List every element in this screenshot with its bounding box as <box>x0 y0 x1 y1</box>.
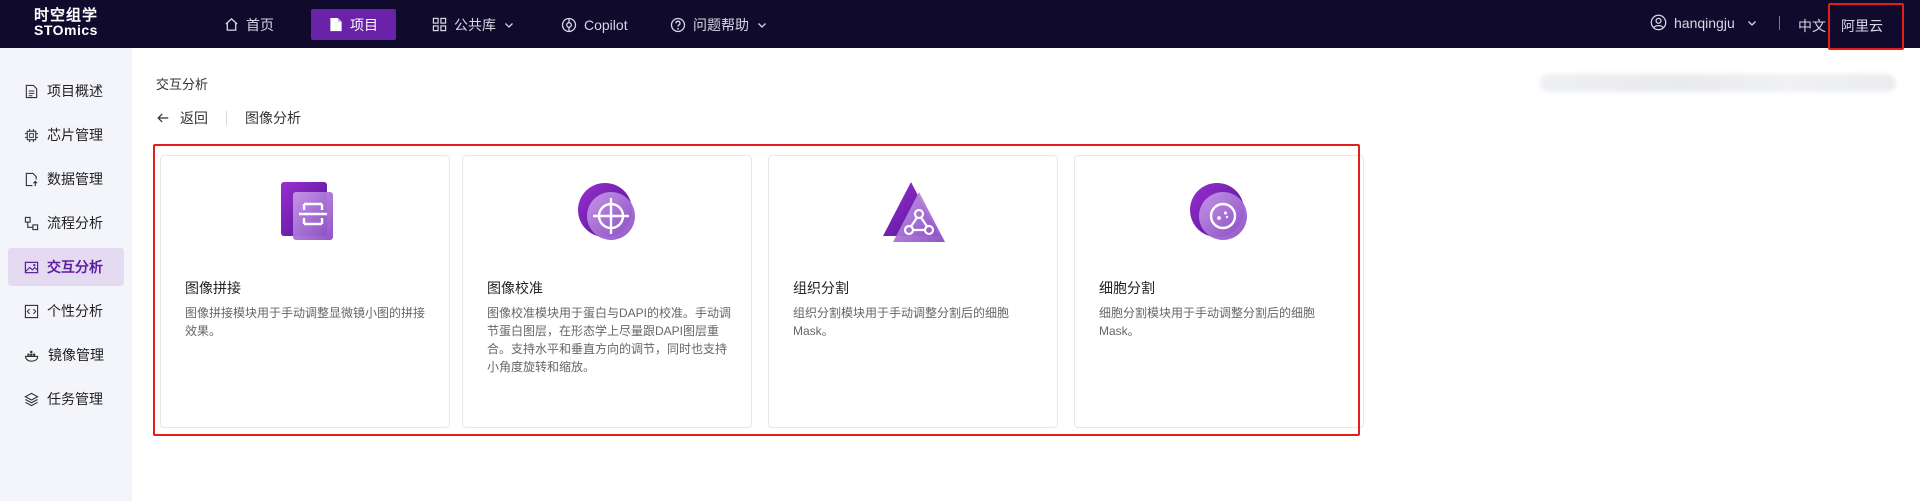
flow-icon <box>24 216 39 230</box>
nav-copilot[interactable]: Copilot <box>561 9 628 40</box>
chevron-down-icon <box>1747 20 1756 26</box>
brand-line-1: 时空组学 <box>34 7 99 24</box>
nav-home[interactable]: 首页 <box>224 9 274 40</box>
sidebar-item-tasks[interactable]: 任务管理 <box>8 380 124 418</box>
sidebar-item-label: 任务管理 <box>47 391 103 407</box>
back-button[interactable]: 返回 <box>180 108 208 128</box>
nav-library[interactable]: 公共库 <box>432 9 521 40</box>
blurred-region <box>1540 74 1896 92</box>
sidebar-item-label: 项目概述 <box>47 83 103 99</box>
nav-help-label: 问题帮助 <box>693 16 749 33</box>
chevron-down-icon <box>758 22 766 28</box>
sidebar-item-label: 交互分析 <box>47 259 103 275</box>
sidebar-item-label: 芯片管理 <box>47 127 103 143</box>
sidebar: 项目概述 芯片管理 数据管理 流程分析 交互分析 个性分析 镜像管理 任务管理 <box>0 48 132 501</box>
home-icon <box>225 17 238 31</box>
section-title: 图像分析 <box>245 110 301 126</box>
layers-icon <box>24 392 39 406</box>
divider <box>1779 16 1780 30</box>
sidebar-item-label: 个性分析 <box>47 303 103 319</box>
nav-project-label: 项目 <box>350 16 378 33</box>
chip-icon <box>24 128 39 142</box>
image-analysis-icon <box>24 261 39 273</box>
sidebar-item-custom[interactable]: 个性分析 <box>8 292 124 330</box>
copilot-icon <box>561 17 577 32</box>
user-menu[interactable]: hanqingju <box>1650 14 1757 31</box>
grid-icon <box>432 17 447 32</box>
sidebar-item-overview[interactable]: 项目概述 <box>8 72 124 110</box>
document-list-icon <box>25 84 38 98</box>
nav-home-label: 首页 <box>246 16 274 33</box>
arrow-left-icon[interactable] <box>156 111 170 125</box>
document-icon <box>330 17 342 32</box>
brand-logo[interactable]: 时空组学 STOmics <box>34 7 104 38</box>
sidebar-item-images[interactable]: 镜像管理 <box>8 336 124 374</box>
container-icon <box>24 350 39 362</box>
sidebar-item-interactive[interactable]: 交互分析 <box>8 248 124 286</box>
top-navigation-bar: 时空组学 STOmics 首页 项目 公共库 Copilot 问题帮助 hanq… <box>0 0 1920 48</box>
sidebar-item-pipeline[interactable]: 流程分析 <box>8 204 124 242</box>
divider <box>226 111 227 125</box>
sidebar-item-label: 镜像管理 <box>48 347 104 363</box>
nav-help[interactable]: 问题帮助 <box>670 9 774 40</box>
sidebar-item-data[interactable]: 数据管理 <box>8 160 124 198</box>
highlight-box-cards <box>153 144 1360 436</box>
sidebar-item-chips[interactable]: 芯片管理 <box>8 116 124 154</box>
back-row: 返回 图像分析 <box>156 108 301 128</box>
language-label: 中文 <box>1798 18 1826 34</box>
help-icon <box>670 17 686 32</box>
file-upload-icon <box>25 172 38 186</box>
sidebar-item-label: 流程分析 <box>47 215 103 231</box>
user-icon <box>1650 14 1667 31</box>
nav-library-label: 公共库 <box>454 16 496 33</box>
user-name: hanqingju <box>1674 14 1735 31</box>
sidebar-item-label: 数据管理 <box>47 171 103 187</box>
nav-project[interactable]: 项目 <box>311 9 396 40</box>
breadcrumb: 交互分析 <box>156 77 209 92</box>
highlight-box-cloud <box>1828 3 1904 50</box>
brand-line-2: STOmics <box>34 22 98 38</box>
nav-copilot-label: Copilot <box>584 16 628 33</box>
chevron-down-icon <box>505 22 513 28</box>
language-switch[interactable]: 中文 <box>1798 16 1826 36</box>
code-icon <box>24 304 39 318</box>
